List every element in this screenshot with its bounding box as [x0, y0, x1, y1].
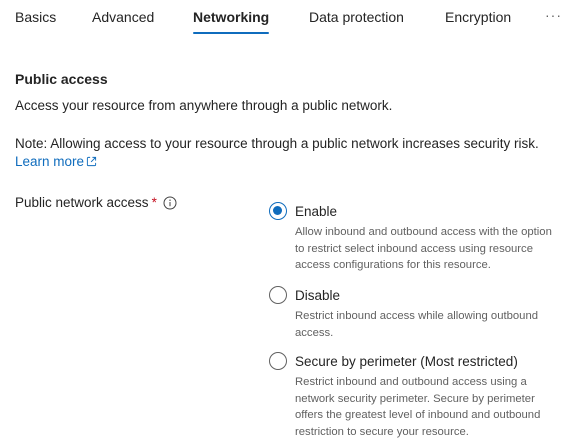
tab-basics-label: Basics [15, 9, 57, 25]
learn-more-label: Learn more [15, 154, 85, 169]
option-enable-label[interactable]: Enable [295, 203, 337, 220]
external-link-icon [86, 156, 97, 167]
tab-advanced[interactable]: Advanced [92, 8, 154, 36]
security-note-text: Note: Allowing access to your resource t… [15, 136, 539, 151]
radio-secure-by-perimeter[interactable] [269, 352, 287, 370]
tab-networking[interactable]: Networking [193, 8, 270, 36]
section-description: Access your resource from anywhere throu… [15, 98, 393, 113]
tab-bar: Basics Advanced Networking Data protecti… [0, 0, 566, 36]
active-tab-indicator [193, 32, 270, 34]
tab-data-protection-label: Data protection [309, 9, 404, 25]
option-enable-description: Allow inbound and outbound access with t… [295, 226, 552, 271]
option-disable-label[interactable]: Disable [295, 287, 340, 304]
tab-encryption-label: Encryption [445, 9, 512, 25]
tab-advanced-label: Advanced [92, 9, 155, 25]
more-icon: ··· [545, 7, 562, 23]
public-network-access-label: Public network access * [15, 194, 177, 212]
tab-networking-label: Networking [193, 9, 270, 25]
field-label-text: Public network access [15, 195, 149, 210]
more-tabs-button[interactable]: ··· [545, 6, 562, 34]
learn-more-link[interactable]: Learn more [15, 154, 97, 169]
security-note: Note: Allowing access to your resource t… [15, 135, 560, 171]
tab-data-protection[interactable]: Data protection [309, 8, 404, 36]
option-secure-by-perimeter-description: Restrict inbound and outbound access usi… [295, 376, 541, 438]
info-icon[interactable] [163, 196, 177, 210]
radio-enable[interactable] [269, 202, 287, 220]
networking-page: Basics Advanced Networking Data protecti… [0, 0, 566, 444]
tab-encryption[interactable]: Encryption [445, 8, 511, 36]
radio-disable[interactable] [269, 286, 287, 304]
required-marker: * [151, 195, 157, 210]
option-secure-by-perimeter-label[interactable]: Secure by perimeter (Most restricted) [295, 353, 518, 370]
tab-basics[interactable]: Basics [15, 8, 56, 36]
section-title: Public access [15, 71, 108, 87]
option-disable-description: Restrict inbound access while allowing o… [295, 310, 539, 339]
radio-selected-dot [273, 206, 283, 216]
